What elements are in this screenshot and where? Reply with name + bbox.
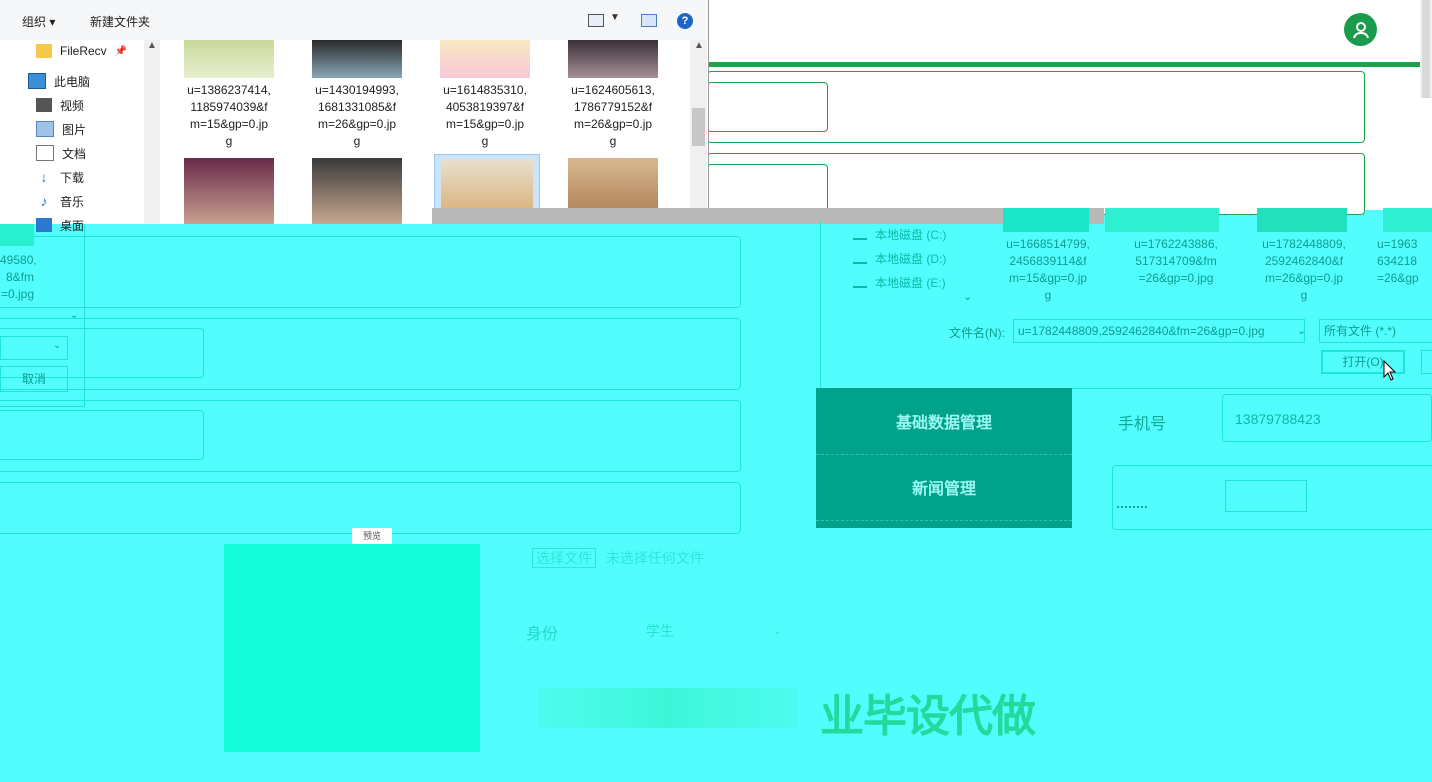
- scroll-up-icon[interactable]: ▲: [694, 40, 704, 51]
- chevron-down-icon: ⌄: [53, 340, 62, 351]
- nav-item-this-pc[interactable]: 此电脑: [28, 70, 90, 92]
- file-type-select[interactable]: ⌄: [0, 336, 68, 360]
- identity-select[interactable]: 学生 ⌄: [646, 614, 786, 648]
- phone-input[interactable]: 13879788423: [1222, 394, 1432, 442]
- video-icon: [36, 98, 52, 112]
- chevron-down-icon[interactable]: ▼: [610, 12, 620, 23]
- header-divider: [707, 62, 1420, 67]
- file-thumbnail[interactable]: [1003, 208, 1089, 232]
- drive-c[interactable]: 本地磁盘 (C:): [853, 226, 946, 243]
- cancel-button[interactable]: [1421, 350, 1432, 374]
- nav-item-documents[interactable]: 文档: [36, 142, 86, 164]
- filename-input[interactable]: u=1782448809,2592462840&fm=26&gp=0.jpg: [1013, 319, 1305, 343]
- drive-d[interactable]: 本地磁盘 (D:): [853, 250, 946, 267]
- watermark-stripe: [538, 688, 798, 728]
- form-card: [0, 236, 741, 308]
- mouse-cursor-icon: [1383, 360, 1397, 381]
- explorer-toolbar: 组织 ▾ 新建文件夹 ▼ ?: [0, 0, 708, 41]
- chevron-down-icon[interactable]: ⌄: [963, 290, 972, 303]
- form-input[interactable]: [0, 410, 204, 460]
- organize-button[interactable]: 组织 ▾: [22, 13, 55, 30]
- nav-item-videos[interactable]: 视频: [36, 94, 84, 116]
- scroll-up-icon[interactable]: ▲: [147, 40, 157, 51]
- chevron-down-icon[interactable]: ⌄: [1297, 324, 1306, 337]
- nav-item-music[interactable]: ♪ 音乐: [36, 190, 85, 212]
- file-thumbnail[interactable]: [440, 40, 530, 78]
- file-thumbnail[interactable]: [312, 158, 402, 224]
- form-input[interactable]: [707, 82, 828, 132]
- file-name[interactable]: u=1614835310, 4053819397&f m=15&gp=0.jp g: [426, 82, 544, 150]
- navigation-pane: FileRecv 📌 此电脑 视频 图片 文档 ↓ 下载 ♪ 音乐 桌面: [0, 40, 160, 233]
- file-name[interactable]: 49580, 8&fm =0.jpg: [0, 252, 37, 303]
- form-card: [0, 482, 741, 534]
- web-page-background: [707, 0, 1432, 215]
- open-file-dialog: 本地磁盘 (C:) 本地磁盘 (D:) 本地磁盘 (E:) ⌄ u=166851…: [820, 208, 1432, 389]
- view-mode-icon[interactable]: [588, 14, 604, 27]
- file-thumbnail[interactable]: [184, 158, 274, 224]
- file-picker[interactable]: 选择文件 未选择任何文件: [532, 548, 704, 568]
- file-type-select[interactable]: 所有文件 (*.*): [1319, 319, 1432, 343]
- pin-icon: 📌: [114, 45, 128, 57]
- file-thumbnail[interactable]: [1257, 208, 1347, 232]
- folder-icon: [36, 44, 52, 58]
- menu-item-news[interactable]: 新闻管理: [816, 454, 1072, 521]
- file-thumbnail[interactable]: [1105, 208, 1219, 232]
- file-list: u=1386237414, 1185974039&f m=15&gp=0.jp g u…: [160, 40, 690, 224]
- computer-icon: [28, 73, 46, 89]
- image-preview: [224, 544, 480, 752]
- page-scrollbar[interactable]: [1420, 0, 1432, 98]
- download-icon: ↓: [40, 169, 48, 185]
- preview-pane-icon[interactable]: [641, 14, 657, 27]
- filename-label: 文件名(N):: [949, 326, 1005, 340]
- sidebar-menu: 基础数据管理 新闻管理: [816, 388, 1072, 528]
- music-icon: ♪: [40, 193, 48, 209]
- avatar-upload-card: [1112, 465, 1432, 530]
- preview-tag: 预览: [352, 528, 392, 544]
- file-name[interactable]: u=1430194993, 1681331085&f m=26&gp=0.jp g: [298, 82, 416, 150]
- nav-item-pictures[interactable]: 图片: [36, 118, 86, 140]
- picture-icon: [36, 121, 54, 137]
- nav-item-filerecv[interactable]: FileRecv 📌: [36, 40, 127, 62]
- new-folder-button[interactable]: 新建文件夹: [90, 13, 150, 30]
- drive-icon: [853, 254, 867, 264]
- user-avatar-icon[interactable]: [1344, 13, 1377, 46]
- file-name[interactable]: u=1386237414, 1185974039&f m=15&gp=0.jp g: [170, 82, 288, 150]
- scrollbar-thumb[interactable]: [692, 108, 705, 146]
- file-thumbnail[interactable]: [1383, 208, 1432, 232]
- broken-image-icon: [1225, 480, 1307, 512]
- no-file-text: 未选择任何文件: [605, 550, 704, 566]
- nav-item-downloads[interactable]: ↓ 下载: [36, 166, 85, 188]
- menu-item-basic-data[interactable]: 基础数据管理: [816, 388, 1072, 455]
- drive-icon: [853, 278, 867, 288]
- help-icon[interactable]: ?: [677, 13, 693, 29]
- chevron-down-icon[interactable]: ⌄: [70, 310, 78, 321]
- file-name[interactable]: u=1963 634218 =26&gp: [1377, 236, 1432, 287]
- document-icon: [36, 145, 54, 161]
- file-name[interactable]: u=1624605613, 1786779152&f m=26&gp=0.jp g: [554, 82, 672, 150]
- content-scrollbar[interactable]: ▲: [690, 40, 707, 224]
- file-thumbnail[interactable]: [312, 40, 402, 78]
- file-explorer-window: 组织 ▾ 新建文件夹 ▼ ? FileRecv 📌 此电脑 视频 图片 文档 ↓…: [0, 0, 709, 233]
- phone-label: 手机号: [1118, 416, 1167, 433]
- drive-e[interactable]: 本地磁盘 (E:): [853, 274, 946, 291]
- file-name[interactable]: u=1762243886, 517314709&fm =26&gp=0.jpg: [1121, 236, 1231, 287]
- cancel-button[interactable]: 取消: [0, 366, 68, 392]
- file-thumbnail[interactable]: [568, 40, 658, 78]
- choose-file-button[interactable]: 选择文件: [532, 548, 596, 568]
- file-name[interactable]: u=1782448809, 2592462840&f m=26&gp=0.jp g: [1249, 236, 1359, 304]
- file-thumbnail[interactable]: [0, 224, 34, 246]
- chevron-down-icon: ⌄: [772, 625, 782, 637]
- phone-row: 手机号 13879788423: [1112, 392, 1432, 452]
- nav-scrollbar[interactable]: ▲: [144, 40, 160, 224]
- drive-icon: [853, 230, 867, 240]
- avatar-label-fragment: [1117, 506, 1147, 516]
- open-file-dialog-fragment: 49580, 8&fm =0.jpg ⌄ ⌄ 取消: [0, 224, 85, 407]
- file-name[interactable]: u=1668514799, 2456839114&f m=15&gp=0.jp g: [993, 236, 1103, 304]
- watermark-text: 业毕设代做: [820, 692, 1036, 741]
- identity-label: 身份: [526, 626, 559, 643]
- file-thumbnail[interactable]: [184, 40, 274, 78]
- form-input[interactable]: [707, 164, 828, 214]
